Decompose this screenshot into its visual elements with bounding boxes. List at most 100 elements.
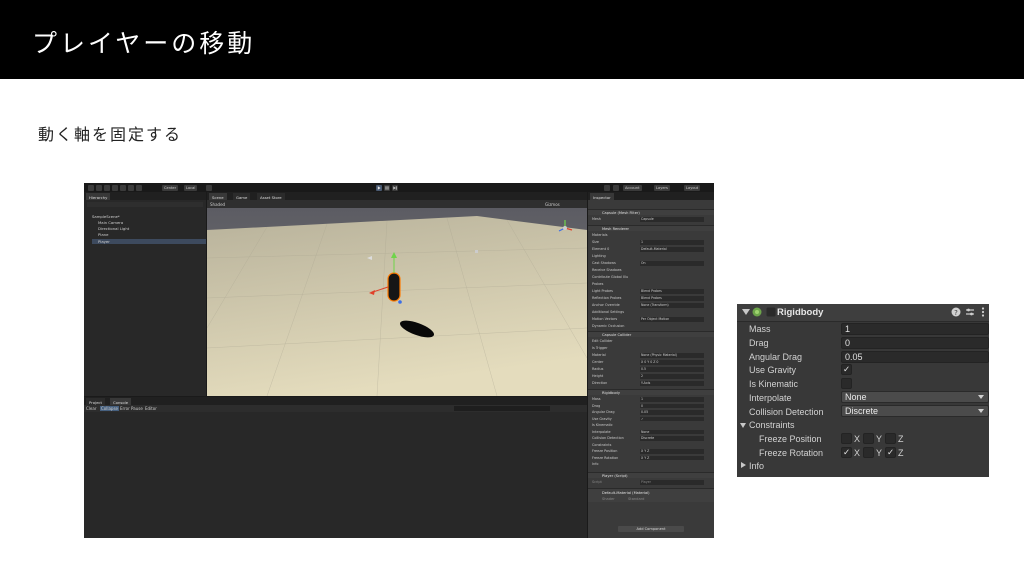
inspector-row-field[interactable]: Discrete — [640, 436, 704, 441]
pivot-toggle[interactable]: Center — [162, 184, 179, 191]
freeze-position-x-checkbox[interactable] — [841, 433, 852, 444]
drag-field[interactable]: 0 — [841, 337, 989, 349]
info-fold-icon[interactable] — [741, 462, 746, 468]
component-enabled-checkbox-icon[interactable] — [766, 307, 776, 317]
capsule-collider-header[interactable]: Capsule Collider — [588, 331, 714, 337]
tab-hierarchy[interactable]: Hierarchy — [86, 193, 111, 200]
inspector-row-field[interactable]: X 0 Y 0 Z 0 — [640, 360, 704, 365]
inspector-row-field[interactable]: 0.5 — [640, 367, 704, 372]
tab-asset-store[interactable]: Asset Store — [257, 193, 285, 200]
shading-mode-dropdown[interactable]: Shaded — [210, 202, 225, 207]
freeze-rotation-y-checkbox[interactable] — [863, 447, 874, 458]
inspector-row-field[interactable]: None (Transform) — [640, 303, 704, 308]
tab-inspector[interactable]: Inspector — [590, 193, 614, 200]
layers-dropdown[interactable]: Layers — [654, 184, 670, 191]
freeze-position-z-checkbox[interactable] — [885, 433, 896, 444]
tab-scene[interactable]: Scene — [209, 193, 227, 200]
inspector-row-field[interactable]: Default-Material — [640, 247, 704, 252]
hierarchy-item-main-camera[interactable]: Main Camera — [98, 220, 123, 225]
freeze-position-y-checkbox[interactable] — [863, 433, 874, 444]
inspector-row-field[interactable]: None (Physic Material) — [640, 353, 704, 358]
is-kinematic-checkbox[interactable] — [841, 378, 852, 389]
inspector-row-label: Edit Collider — [592, 339, 613, 343]
scene-viewport[interactable] — [207, 208, 587, 396]
custom-tool-icon[interactable] — [136, 184, 142, 191]
player-script-header[interactable]: Player (Script) — [588, 472, 714, 478]
mesh-renderer-header[interactable]: Mesh Renderer — [588, 225, 714, 231]
pause-button[interactable] — [384, 184, 390, 191]
console-error-pause-button[interactable]: Error Pause — [120, 406, 143, 411]
inspector-row-label: Mass — [592, 397, 601, 401]
help-icon[interactable]: ? — [951, 307, 961, 317]
snap-icon[interactable] — [206, 184, 212, 191]
hierarchy-item-directional-light[interactable]: Directional Light — [98, 226, 129, 231]
inspector-row-label: Freeze Rotation — [592, 455, 619, 460]
hand-tool-icon[interactable] — [88, 184, 94, 191]
gizmos-dropdown[interactable]: Gizmos — [545, 202, 560, 207]
tab-console[interactable]: Console — [110, 398, 132, 405]
angular-drag-field[interactable]: 0.05 — [841, 351, 989, 363]
hierarchy-item-scene[interactable]: SampleScene* — [92, 214, 120, 219]
inspector-row-field[interactable]: 1 — [640, 397, 704, 402]
hierarchy-item-player[interactable]: Player — [98, 239, 110, 244]
inspector-row-field[interactable]: Per Object Motion — [640, 317, 704, 322]
transform-tool-icon[interactable] — [128, 184, 134, 191]
inspector-row-field[interactable]: On — [640, 261, 704, 266]
inspector-row-field[interactable]: X Y Z — [640, 449, 704, 454]
rigidbody-header[interactable]: Rigidbody — [588, 389, 714, 395]
presets-icon[interactable] — [965, 307, 975, 317]
collapse-triangle-icon[interactable] — [742, 309, 750, 315]
hierarchy-item-plane[interactable]: Plane — [98, 232, 108, 237]
mesh-renderer-title: Mesh Renderer — [602, 227, 630, 231]
mesh-field[interactable]: Capsule — [640, 217, 704, 222]
console-clear-button[interactable]: Clear — [86, 406, 96, 411]
console-collapse-button[interactable]: Collapse — [100, 406, 119, 411]
inspector-row-field[interactable]: 2 — [640, 374, 704, 379]
hierarchy-search[interactable] — [87, 202, 203, 207]
inspector-row-field[interactable]: 0 — [640, 403, 704, 408]
mass-field[interactable]: 1 — [841, 323, 989, 335]
info-label[interactable]: Info — [749, 461, 764, 471]
inspector-row-field[interactable]: None — [640, 429, 704, 434]
constraints-fold-icon[interactable] — [740, 423, 746, 428]
console-editor-dropdown[interactable]: Editor — [145, 406, 157, 411]
inspector-row-field[interactable]: Blend Probes — [640, 289, 704, 294]
use-gravity-checkbox[interactable]: ✓ — [841, 364, 852, 375]
tab-project[interactable]: Project — [86, 398, 105, 405]
inspector-row-field[interactable]: X Y Z — [640, 455, 704, 460]
step-button[interactable] — [392, 184, 398, 191]
add-component-button[interactable]: Add Component — [618, 526, 684, 532]
material-title: Default-Material (Material) — [602, 491, 650, 495]
inspector-row-field[interactable]: 0.05 — [640, 410, 704, 415]
freeze-rotation-z-checkbox[interactable]: ✓ — [885, 447, 896, 458]
console-search[interactable] — [454, 405, 550, 411]
inspector-row-label: Is Trigger — [592, 346, 608, 350]
rotate-tool-icon[interactable] — [104, 184, 110, 191]
freeze-rotation-x-checkbox[interactable]: ✓ — [841, 447, 852, 458]
interpolate-dropdown[interactable]: None — [841, 391, 989, 403]
inspector-row-label: Receive Shadows — [592, 268, 622, 272]
mesh-filter-title: Capsule (Mesh Filter) — [602, 211, 640, 215]
layout-dropdown[interactable]: Layout — [684, 184, 701, 191]
more-options-icon[interactable] — [978, 307, 988, 317]
play-button[interactable] — [376, 184, 382, 191]
collision-detection-dropdown[interactable]: Discrete — [841, 405, 989, 417]
inspector-row-field[interactable]: ✓ — [640, 416, 704, 421]
tab-game[interactable]: Game — [233, 193, 251, 200]
inspector-row-field[interactable]: Blend Probes — [640, 296, 704, 301]
inspector-row-field[interactable]: 1 — [640, 240, 704, 245]
account-dropdown[interactable]: Account — [623, 184, 642, 191]
scale-tool-icon[interactable] — [112, 184, 118, 191]
space-toggle[interactable]: Local — [184, 184, 198, 191]
cloud-icon[interactable] — [613, 184, 619, 191]
constraints-label[interactable]: Constraints — [749, 420, 795, 430]
collab-icon[interactable] — [604, 184, 610, 191]
mesh-filter-header[interactable]: Capsule (Mesh Filter) — [588, 209, 714, 215]
rigidbody-panel-header[interactable]: Rigidbody ? — [737, 304, 989, 322]
scene-panel: Scene Game Asset Store Shaded Gizmos — [207, 192, 587, 396]
inspector-row-field[interactable]: Y-Axis — [640, 381, 704, 386]
inspector-row-label: Reflection Probes — [592, 296, 622, 300]
rect-tool-icon[interactable] — [120, 184, 126, 191]
move-tool-icon[interactable] — [96, 184, 102, 191]
material-header[interactable]: Default-Material (Material) Shader Stand… — [588, 488, 714, 502]
